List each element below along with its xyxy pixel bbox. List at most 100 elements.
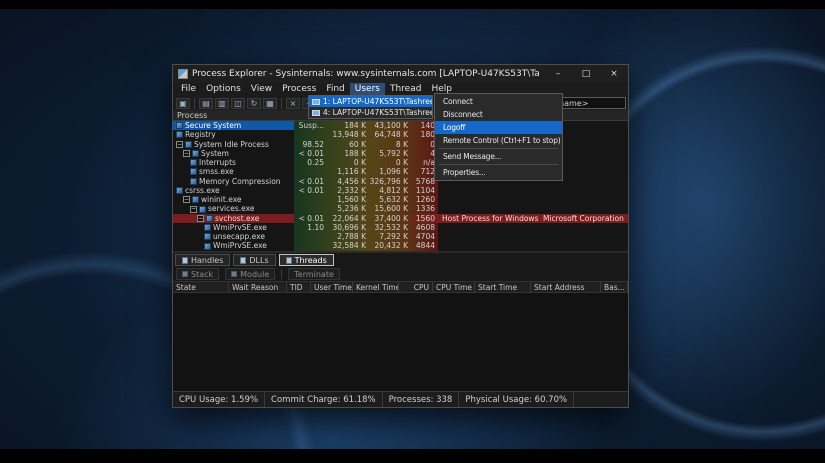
process-icon — [176, 131, 183, 138]
column-header-start-address[interactable]: Start Address — [531, 282, 601, 292]
process-name-cell: WmiPrvSE.exe — [173, 223, 294, 232]
process-icon — [185, 141, 192, 148]
process-icon — [190, 159, 197, 166]
process-column-label: Process — [177, 111, 207, 120]
properties-icon[interactable]: ▦ — [263, 98, 277, 109]
working-set-cell: 5,792 K — [369, 149, 411, 158]
process-icon — [204, 243, 211, 250]
kill-process-icon[interactable]: × — [286, 98, 300, 109]
description-cell: Host Process for Windows S... — [438, 214, 540, 223]
process-row[interactable]: −services.exe5,236 K15,600 K1336 — [173, 204, 628, 213]
process-row[interactable]: −wininit.exe1,560 K5,632 K1260 — [173, 195, 628, 204]
cpu-cell: Susp... — [294, 121, 327, 130]
cpu-cell: 1.10 — [294, 223, 327, 232]
process-row[interactable]: −svchost.exe< 0.0122,064 K37,400 K1560Ho… — [173, 214, 628, 223]
column-header-bas[interactable]: Bas... — [601, 282, 628, 292]
process-icon — [190, 168, 197, 175]
process-row[interactable]: unsecapp.exe2,788 K7,292 K4704 — [173, 232, 628, 241]
menu-item-logoff[interactable]: Logoff — [435, 121, 562, 134]
cpu-cell — [294, 232, 327, 241]
menu-view[interactable]: View — [246, 83, 277, 96]
column-header-start-time[interactable]: Start Time — [475, 282, 531, 292]
maximize-button[interactable]: □ — [572, 65, 600, 83]
pid-cell: 4844 — [411, 241, 438, 250]
column-header-tid[interactable]: TID — [287, 282, 311, 292]
cpu-cell — [294, 130, 327, 139]
column-header-user-time[interactable]: User Time — [311, 282, 353, 292]
menu-item-disconnect[interactable]: Disconnect — [435, 108, 562, 121]
menu-file[interactable]: File — [176, 83, 201, 96]
tab-threads[interactable]: Threads — [279, 254, 334, 266]
process-icon — [199, 206, 206, 213]
menu-separator — [439, 164, 558, 165]
menu-options[interactable]: Options — [201, 83, 246, 96]
tab-dlls[interactable]: DLLs — [233, 254, 275, 266]
stack-button[interactable]: Stack — [176, 268, 219, 280]
show-process-tree-icon[interactable]: ▤ — [199, 98, 213, 109]
private-bytes-cell: 184 K — [327, 121, 369, 130]
company-cell — [540, 186, 628, 195]
private-bytes-cell: 13,948 K — [327, 130, 369, 139]
process-row[interactable]: WmiPrvSE.exe1.1030,696 K32,532 K4608 — [173, 223, 628, 232]
cpu-cell: 98.52 — [294, 140, 327, 149]
app-icon — [178, 69, 188, 79]
private-bytes-cell: 2,332 K — [327, 186, 369, 195]
menu-item-properties[interactable]: Properties... — [435, 166, 562, 179]
close-button[interactable]: × — [600, 65, 628, 83]
tree-collapse-icon[interactable]: − — [197, 215, 204, 222]
pid-cell: 1260 — [411, 195, 438, 204]
working-set-cell: 37,400 K — [369, 214, 411, 223]
session-context-menu: ConnectDisconnectLogoffRemote Control (C… — [434, 93, 563, 181]
user-session-item[interactable]: 1: LAPTOP-U47KS53T\Tashreef› — [309, 96, 432, 107]
column-header-cpu[interactable]: CPU — [399, 282, 433, 292]
system-info-icon[interactable]: ▣ — [176, 98, 190, 109]
process-row[interactable]: WmiPrvSE.exe32,584 K20,432 K4844 — [173, 241, 628, 250]
button-separator — [281, 269, 282, 279]
company-cell — [540, 241, 628, 250]
tree-collapse-icon[interactable]: − — [183, 196, 190, 203]
column-header-cpu-time[interactable]: CPU Time — [433, 282, 475, 292]
filter-input[interactable] — [555, 97, 626, 109]
tab-page-icon — [182, 257, 188, 264]
cpu-cell — [294, 167, 327, 176]
process-name-cell: −services.exe — [173, 204, 294, 213]
status-segment-1: Commit Charge: 61.18% — [265, 392, 383, 407]
process-row[interactable]: csrss.exe< 0.012,332 K4,812 K1104 — [173, 186, 628, 195]
working-set-cell: 8 K — [369, 140, 411, 149]
process-name-cell: csrss.exe — [173, 186, 294, 195]
working-set-cell: 7,292 K — [369, 232, 411, 241]
menu-separator — [439, 148, 558, 149]
letterbox-top — [0, 0, 825, 9]
monitor-icon — [312, 110, 320, 116]
process-icon — [204, 233, 211, 240]
column-header-kernel-time[interactable]: Kernel Time — [353, 282, 399, 292]
private-bytes-cell: 30,696 K — [327, 223, 369, 232]
menu-item-send-message[interactable]: Send Message... — [435, 150, 562, 163]
tree-collapse-icon[interactable]: − — [190, 206, 197, 213]
threads-table-header: StateWait ReasonTIDUser TimeKernel TimeC… — [173, 281, 628, 293]
lower-pane-tabs: HandlesDLLs Threads — [173, 253, 628, 267]
show-lower-pane-icon[interactable]: ◫ — [231, 98, 245, 109]
cpu-cell: < 0.01 — [294, 177, 327, 186]
cpu-cell: 0.25 — [294, 158, 327, 167]
tab-handles[interactable]: Handles — [175, 254, 230, 266]
working-set-cell: 4,812 K — [369, 186, 411, 195]
tree-collapse-icon[interactable]: − — [176, 141, 183, 148]
pid-cell: 1560 — [411, 214, 438, 223]
module-button[interactable]: Module — [225, 268, 275, 280]
column-header-state[interactable]: State — [173, 282, 229, 292]
minimize-button[interactable]: – — [544, 65, 572, 83]
process-icon — [190, 178, 197, 185]
description-cell — [438, 195, 540, 204]
columns-icon[interactable]: ▥ — [215, 98, 229, 109]
refresh-icon[interactable]: ↻ — [247, 98, 261, 109]
process-name-cell: Memory Compression — [173, 177, 294, 186]
title-bar[interactable]: Process Explorer - Sysinternals: www.sys… — [173, 65, 628, 83]
tree-collapse-icon[interactable]: − — [183, 150, 190, 157]
terminate-button[interactable]: Terminate — [288, 268, 340, 280]
column-header-wait-reason[interactable]: Wait Reason — [229, 282, 287, 292]
menu-item-connect[interactable]: Connect — [435, 95, 562, 108]
user-session-item[interactable]: 4: LAPTOP-U47KS53T\Tashreef1› — [309, 107, 432, 118]
menu-item-remote-control-ctrl-f-to-stop[interactable]: Remote Control (Ctrl+F1 to stop) — [435, 134, 562, 147]
private-bytes-cell: 32,584 K — [327, 241, 369, 250]
